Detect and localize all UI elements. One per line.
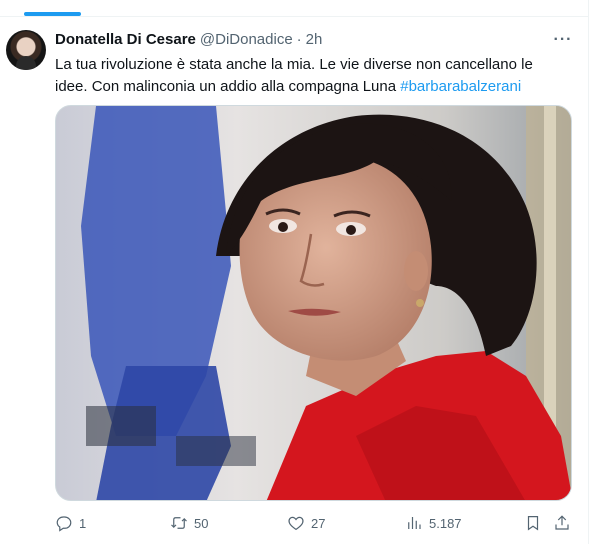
divider: [0, 16, 588, 17]
bookmark-button[interactable]: [524, 512, 542, 534]
reply-button[interactable]: 1: [55, 512, 86, 534]
more-options-icon[interactable]: ···: [552, 30, 574, 50]
tweet-actions: 1 50 27 5.187: [55, 512, 575, 534]
views-chart-icon: [408, 517, 421, 529]
views-count: 5.187: [429, 515, 462, 531]
like-button[interactable]: 27: [287, 512, 325, 534]
tweet-header: Donatella Di Cesare @DiDonadice · 2h: [55, 31, 322, 51]
separator-dot: ·: [296, 31, 302, 48]
user-handle[interactable]: @DiDonadice: [200, 31, 293, 48]
retweet-icon: [171, 517, 187, 529]
retweet-button[interactable]: 50: [170, 512, 208, 534]
like-count: 27: [311, 515, 326, 531]
tweet-card: Donatella Di Cesare @DiDonadice · 2h ···…: [0, 0, 610, 544]
avatar[interactable]: [6, 30, 46, 70]
timeline-border: [588, 0, 589, 544]
timestamp[interactable]: 2h: [306, 31, 323, 48]
share-icon: [555, 515, 569, 530]
photo-illustration: [56, 106, 571, 500]
bookmark-icon: [527, 516, 539, 531]
heart-icon: [288, 516, 304, 531]
hashtag-link[interactable]: #barbarabalzerani: [400, 78, 521, 95]
display-name[interactable]: Donatella Di Cesare: [55, 31, 196, 48]
tweet-photo[interactable]: [55, 105, 572, 501]
share-button[interactable]: [553, 512, 571, 534]
retweet-count: 50: [194, 515, 209, 531]
tweet-text: La tua rivoluzione è stata anche la mia.…: [55, 54, 555, 98]
reply-icon: [56, 516, 72, 532]
reply-count: 1: [79, 515, 87, 531]
views-button[interactable]: 5.187: [405, 512, 462, 534]
